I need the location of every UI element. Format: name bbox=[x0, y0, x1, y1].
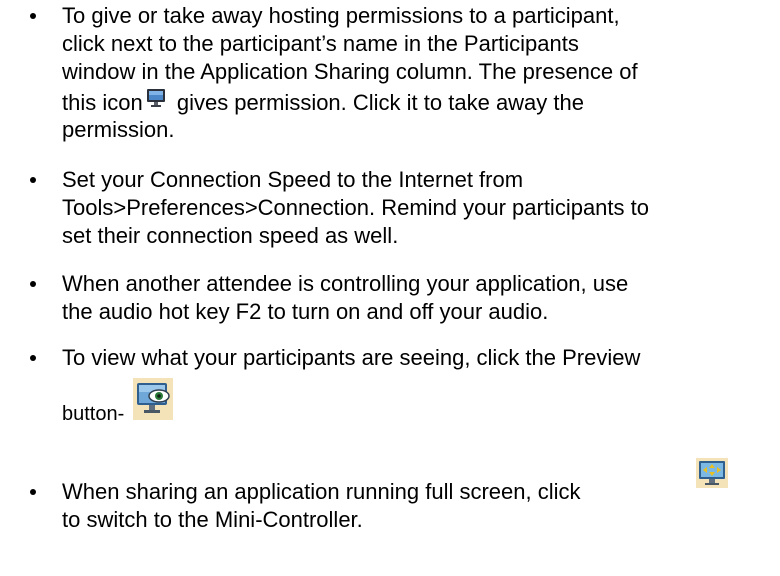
text-line: button- bbox=[62, 372, 774, 428]
text-line: Tools>Preferences>Connection. Remind you… bbox=[62, 195, 649, 220]
text-line: Set your Connection Speed to the Interne… bbox=[62, 167, 524, 192]
text-line: click next to the participant’s name in … bbox=[62, 31, 579, 56]
bullet-dot bbox=[30, 489, 36, 495]
list-item-text: When another attendee is controlling you… bbox=[62, 270, 774, 326]
preview-icon bbox=[133, 378, 173, 420]
text-line: to switch to the Mini-Controller. bbox=[62, 507, 363, 532]
monitor-icon bbox=[145, 86, 167, 110]
text-line: When another attendee is controlling you… bbox=[62, 271, 629, 296]
text-segment: gives permission. Click it to take away … bbox=[170, 90, 584, 115]
list-item-text: Set your Connection Speed to the Interne… bbox=[62, 166, 774, 250]
text-segment: this icon bbox=[62, 90, 143, 115]
text-line: set their connection speed as well. bbox=[62, 223, 399, 248]
mini-controller-icon bbox=[696, 458, 728, 488]
list-item-text: To give or take away hosting permissions… bbox=[62, 2, 774, 144]
bullet-dot bbox=[30, 281, 36, 287]
text-line: When sharing an application running full… bbox=[62, 458, 774, 506]
text-line: this icon gives permission. Click it to … bbox=[62, 86, 774, 116]
text-line: To give or take away hosting permissions… bbox=[62, 3, 620, 28]
bullet-dot bbox=[30, 177, 36, 183]
text-line: the audio hot key F2 to turn on and off … bbox=[62, 299, 549, 324]
document-page: To give or take away hosting permissions… bbox=[0, 0, 780, 576]
text-segment: When sharing an application running full… bbox=[62, 479, 581, 504]
list-item-text: When sharing an application running full… bbox=[62, 458, 774, 534]
text-segment: button- bbox=[62, 403, 125, 425]
list-item-text: To view what your participants are seein… bbox=[62, 344, 774, 428]
bullet-dot bbox=[30, 355, 36, 361]
text-line: permission. bbox=[62, 117, 175, 142]
text-line: To view what your participants are seein… bbox=[62, 345, 641, 370]
bullet-dot bbox=[30, 13, 36, 19]
text-line: window in the Application Sharing column… bbox=[62, 59, 638, 84]
